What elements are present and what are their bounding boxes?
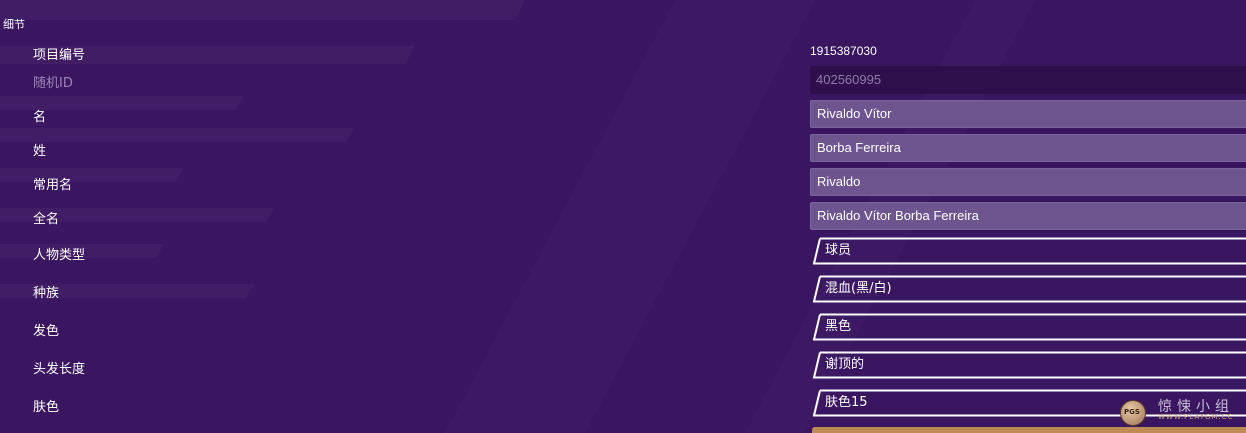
skin-tone-value: 肤色15: [825, 395, 868, 410]
dropdown-frame-icon: [812, 351, 1246, 379]
common-name-label: 常用名: [33, 178, 73, 193]
hair-length-dropdown[interactable]: 谢顶的: [812, 351, 1246, 379]
common-name-field[interactable]: Rivaldo: [810, 168, 1246, 196]
bg-stripe: [0, 0, 525, 20]
hair-colour-label: 发色: [33, 324, 60, 339]
watermark-subtitle: WWW.PLAYGM.CC: [1158, 413, 1234, 421]
row-person-type: 人物类型 球员: [0, 237, 1246, 265]
first-name-field[interactable]: Rivaldo Vítor: [810, 100, 1246, 128]
random-id-field: 402560995: [810, 66, 1246, 94]
hair-colour-dropdown[interactable]: 黑色: [812, 313, 1246, 341]
row-common-name: 常用名 Rivaldo: [0, 168, 1246, 196]
person-type-value: 球员: [825, 243, 852, 258]
dropdown-frame-icon: [812, 313, 1246, 341]
ethnicity-dropdown[interactable]: 混血(黑/白): [812, 275, 1246, 303]
ethnicity-value: 混血(黑/白): [825, 281, 892, 296]
watermark-logo-text: PGS: [1124, 408, 1140, 416]
row-random-id: 随机ID 402560995: [0, 66, 1246, 94]
dropdown-frame-icon: [812, 237, 1246, 265]
row-ethnicity: 种族 混血(黑/白): [0, 275, 1246, 303]
hair-length-label: 头发长度: [33, 362, 86, 377]
watermark-ball-icon: PGS: [1120, 400, 1146, 426]
full-name-label: 全名: [33, 212, 60, 227]
editor-panel: 细节 项目编号 1915387030 随机ID 402560995 名 Riva…: [0, 0, 1246, 433]
full-name-field[interactable]: Rivaldo Vítor Borba Ferreira: [810, 202, 1246, 230]
row-first-name: 名 Rivaldo Vítor: [0, 100, 1246, 128]
row-project-id: 项目编号 1915387030: [0, 41, 1246, 63]
project-id-label: 项目编号: [33, 48, 86, 63]
ethnicity-label: 种族: [33, 286, 60, 301]
first-name-label: 名: [33, 110, 47, 125]
row-skin-tone: 肤色 肤色15: [0, 389, 1246, 417]
random-id-label: 随机ID: [33, 76, 73, 91]
row-hair-colour: 发色 黑色: [0, 313, 1246, 341]
next-field-colour-swatch[interactable]: [812, 427, 1246, 433]
watermark-logo: PGS 惊悚小组 WWW.PLAYGM.CC: [1116, 394, 1246, 426]
skin-tone-label: 肤色: [33, 400, 60, 415]
person-type-label: 人物类型: [33, 248, 86, 263]
row-full-name: 全名 Rivaldo Vítor Borba Ferreira: [0, 202, 1246, 230]
row-last-name: 姓 Borba Ferreira: [0, 134, 1246, 162]
person-type-dropdown[interactable]: 球员: [812, 237, 1246, 265]
hair-colour-value: 黑色: [825, 319, 852, 334]
row-hair-length: 头发长度 谢顶的: [0, 351, 1246, 379]
last-name-label: 姓: [33, 144, 47, 159]
section-title: 细节: [3, 18, 25, 31]
project-id-value: 1915387030: [810, 44, 877, 58]
last-name-field[interactable]: Borba Ferreira: [810, 134, 1246, 162]
hair-length-value: 谢顶的: [825, 357, 865, 372]
